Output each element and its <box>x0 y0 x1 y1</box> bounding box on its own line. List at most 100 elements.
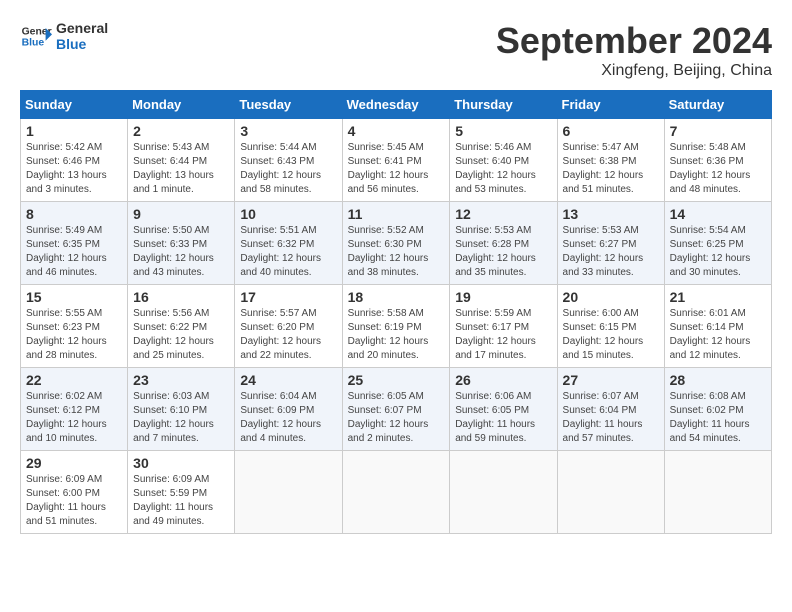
table-row: 3Sunrise: 5:44 AM Sunset: 6:43 PM Daylig… <box>235 119 342 202</box>
table-row: 26 Sunrise: 6:06 AM Sunset: 6:05 PM Dayli… <box>450 368 557 451</box>
day-number: 1 <box>26 123 122 139</box>
day-number: 27 <box>563 372 659 388</box>
day-info: Sunrise: 6:09 AM Sunset: 5:59 PM Dayligh… <box>133 473 229 529</box>
day-number: 13 <box>563 206 659 222</box>
day-info: Sunrise: 6:03 AM Sunset: 6:10 PM Dayligh… <box>133 390 229 446</box>
day-info: Sunrise: 5:48 AM Sunset: 6:36 PM Dayligh… <box>670 141 766 197</box>
calendar-row: 29 Sunrise: 6:09 AM Sunset: 6:00 PM Dayli… <box>21 451 772 534</box>
table-row: 21 Sunrise: 6:01 AM Sunset: 6:14 PM Dayli… <box>664 285 771 368</box>
logo: General Blue General Blue <box>20 20 108 52</box>
day-number: 2 <box>133 123 229 139</box>
header-sunday: Sunday <box>21 91 128 119</box>
calendar-table: Sunday Monday Tuesday Wednesday Thursday… <box>20 90 772 534</box>
day-info: Sunrise: 5:50 AM Sunset: 6:33 PM Dayligh… <box>133 224 229 280</box>
day-info: Sunrise: 5:42 AM Sunset: 6:46 PM Dayligh… <box>26 141 122 197</box>
day-info: Sunrise: 6:05 AM Sunset: 6:07 PM Dayligh… <box>348 390 445 446</box>
table-row: 2 Sunrise: 5:43 AM Sunset: 6:44 PM Daylig… <box>128 119 235 202</box>
day-number: 25 <box>348 372 445 388</box>
table-row: 11 Sunrise: 5:52 AM Sunset: 6:30 PM Dayli… <box>342 202 450 285</box>
table-row: 24 Sunrise: 6:04 AM Sunset: 6:09 PM Dayli… <box>235 368 342 451</box>
calendar-row: 15 Sunrise: 5:55 AM Sunset: 6:23 PM Dayli… <box>21 285 772 368</box>
day-number: 24 <box>240 372 336 388</box>
day-number: 16 <box>133 289 229 305</box>
day-number: 15 <box>26 289 122 305</box>
day-number: 29 <box>26 455 122 471</box>
day-number: 17 <box>240 289 336 305</box>
table-row: 7 Sunrise: 5:48 AM Sunset: 6:36 PM Daylig… <box>664 119 771 202</box>
day-number: 21 <box>670 289 766 305</box>
table-row: 23 Sunrise: 6:03 AM Sunset: 6:10 PM Dayli… <box>128 368 235 451</box>
day-info: Sunrise: 5:51 AM Sunset: 6:32 PM Dayligh… <box>240 224 336 280</box>
day-number: 19 <box>455 289 551 305</box>
day-number: 30 <box>133 455 229 471</box>
day-info: Sunrise: 5:52 AM Sunset: 6:30 PM Dayligh… <box>348 224 445 280</box>
day-info: Sunrise: 6:02 AM Sunset: 6:12 PM Dayligh… <box>26 390 122 446</box>
day-number: 28 <box>670 372 766 388</box>
calendar-row: 22 Sunrise: 6:02 AM Sunset: 6:12 PM Dayli… <box>21 368 772 451</box>
table-row: 16Sunrise: 5:56 AM Sunset: 6:22 PM Dayli… <box>128 285 235 368</box>
table-row: 13Sunrise: 5:53 AM Sunset: 6:27 PM Dayli… <box>557 202 664 285</box>
table-row: 28Sunrise: 6:08 AM Sunset: 6:02 PM Dayli… <box>664 368 771 451</box>
table-row: 12Sunrise: 5:53 AM Sunset: 6:28 PM Dayli… <box>450 202 557 285</box>
day-info: Sunrise: 6:01 AM Sunset: 6:14 PM Dayligh… <box>670 307 766 363</box>
day-number: 9 <box>133 206 229 222</box>
day-info: Sunrise: 5:55 AM Sunset: 6:23 PM Dayligh… <box>26 307 122 363</box>
day-info: Sunrise: 5:43 AM Sunset: 6:44 PM Dayligh… <box>133 141 229 197</box>
day-number: 20 <box>563 289 659 305</box>
header-friday: Friday <box>557 91 664 119</box>
calendar-header-row: Sunday Monday Tuesday Wednesday Thursday… <box>21 91 772 119</box>
page-header: General Blue General Blue September 2024… <box>20 20 772 80</box>
day-number: 10 <box>240 206 336 222</box>
day-info: Sunrise: 6:09 AM Sunset: 6:00 PM Dayligh… <box>26 473 122 529</box>
table-row: 15 Sunrise: 5:55 AM Sunset: 6:23 PM Dayli… <box>21 285 128 368</box>
table-row: 6Sunrise: 5:47 AM Sunset: 6:38 PM Daylig… <box>557 119 664 202</box>
header-monday: Monday <box>128 91 235 119</box>
day-number: 3 <box>240 123 336 139</box>
day-info: Sunrise: 5:46 AM Sunset: 6:40 PM Dayligh… <box>455 141 551 197</box>
table-row: 17 Sunrise: 5:57 AM Sunset: 6:20 PM Dayli… <box>235 285 342 368</box>
day-info: Sunrise: 6:07 AM Sunset: 6:04 PM Dayligh… <box>563 390 659 446</box>
table-row <box>450 451 557 534</box>
day-number: 23 <box>133 372 229 388</box>
table-row: 5Sunrise: 5:46 AM Sunset: 6:40 PM Daylig… <box>450 119 557 202</box>
table-row: 25 Sunrise: 6:05 AM Sunset: 6:07 PM Dayli… <box>342 368 450 451</box>
table-row: 8 Sunrise: 5:49 AM Sunset: 6:35 PM Daylig… <box>21 202 128 285</box>
table-row: 14 Sunrise: 5:54 AM Sunset: 6:25 PM Dayli… <box>664 202 771 285</box>
day-info: Sunrise: 5:45 AM Sunset: 6:41 PM Dayligh… <box>348 141 445 197</box>
day-number: 22 <box>26 372 122 388</box>
table-row: 19 Sunrise: 5:59 AM Sunset: 6:17 PM Dayli… <box>450 285 557 368</box>
table-row <box>342 451 450 534</box>
day-info: Sunrise: 6:00 AM Sunset: 6:15 PM Dayligh… <box>563 307 659 363</box>
header-thursday: Thursday <box>450 91 557 119</box>
day-number: 4 <box>348 123 445 139</box>
day-number: 8 <box>26 206 122 222</box>
table-row <box>235 451 342 534</box>
table-row: 29 Sunrise: 6:09 AM Sunset: 6:00 PM Dayli… <box>21 451 128 534</box>
table-row: 30 Sunrise: 6:09 AM Sunset: 5:59 PM Dayli… <box>128 451 235 534</box>
calendar-row: 8 Sunrise: 5:49 AM Sunset: 6:35 PM Daylig… <box>21 202 772 285</box>
month-title: September 2024 <box>496 20 772 62</box>
day-number: 26 <box>455 372 551 388</box>
table-row: 18Sunrise: 5:58 AM Sunset: 6:19 PM Dayli… <box>342 285 450 368</box>
table-row: 9 Sunrise: 5:50 AM Sunset: 6:33 PM Daylig… <box>128 202 235 285</box>
day-info: Sunrise: 5:57 AM Sunset: 6:20 PM Dayligh… <box>240 307 336 363</box>
day-info: Sunrise: 6:06 AM Sunset: 6:05 PM Dayligh… <box>455 390 551 446</box>
table-row: 27 Sunrise: 6:07 AM Sunset: 6:04 PM Dayli… <box>557 368 664 451</box>
title-area: September 2024 Xingfeng, Beijing, China <box>496 20 772 80</box>
svg-text:Blue: Blue <box>22 38 45 49</box>
day-number: 7 <box>670 123 766 139</box>
day-info: Sunrise: 5:53 AM Sunset: 6:28 PM Dayligh… <box>455 224 551 280</box>
day-info: Sunrise: 6:04 AM Sunset: 6:09 PM Dayligh… <box>240 390 336 446</box>
header-saturday: Saturday <box>664 91 771 119</box>
header-tuesday: Tuesday <box>235 91 342 119</box>
table-row: 20 Sunrise: 6:00 AM Sunset: 6:15 PM Dayli… <box>557 285 664 368</box>
day-info: Sunrise: 5:49 AM Sunset: 6:35 PM Dayligh… <box>26 224 122 280</box>
table-row <box>557 451 664 534</box>
day-info: Sunrise: 5:59 AM Sunset: 6:17 PM Dayligh… <box>455 307 551 363</box>
table-row: 4 Sunrise: 5:45 AM Sunset: 6:41 PM Daylig… <box>342 119 450 202</box>
table-row: 10 Sunrise: 5:51 AM Sunset: 6:32 PM Dayli… <box>235 202 342 285</box>
day-number: 14 <box>670 206 766 222</box>
day-info: Sunrise: 5:54 AM Sunset: 6:25 PM Dayligh… <box>670 224 766 280</box>
day-number: 11 <box>348 206 445 222</box>
logo-line1: General <box>56 20 108 36</box>
